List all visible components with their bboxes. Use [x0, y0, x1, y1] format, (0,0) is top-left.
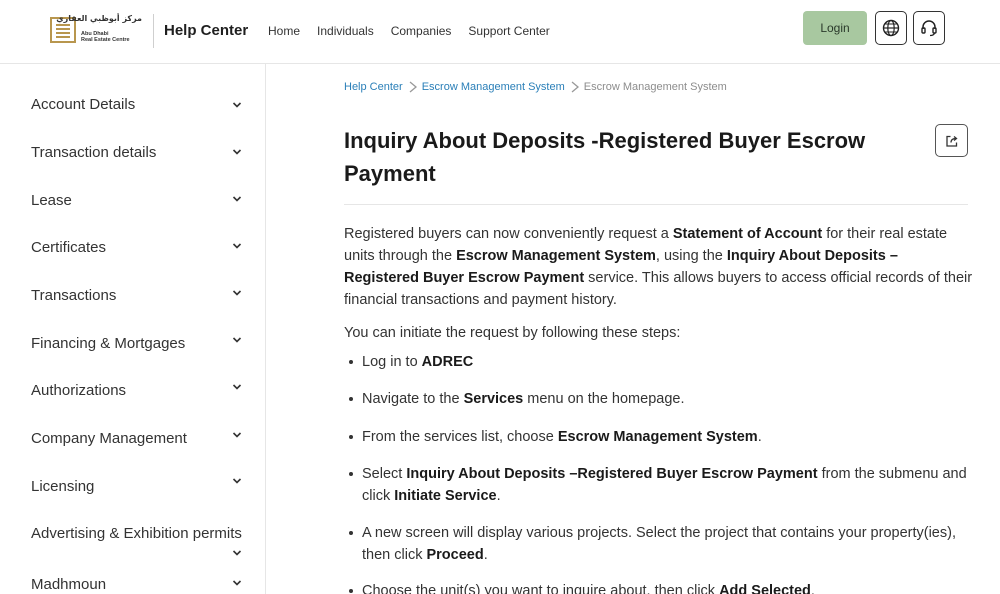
chevron-down-icon	[232, 384, 242, 390]
steps-lead: You can initiate the request by followin…	[344, 325, 681, 341]
logo-arabic-text: مركز أبوظبي العقاري	[56, 14, 142, 23]
breadcrumb-escrow-management-system[interactable]: Escrow Management System	[422, 81, 565, 93]
intro-bold: Statement of Account	[672, 226, 823, 242]
step-item: A new screen will display various projec…	[349, 522, 974, 566]
chevron-down-icon	[232, 550, 242, 556]
step-item: Log in to ADREC	[349, 351, 974, 373]
step-item: Choose the unit(s) you want to inquire a…	[349, 580, 974, 594]
chevron-down-icon	[232, 478, 242, 484]
title-divider	[344, 204, 968, 205]
step-bold: Add Selected	[719, 583, 811, 594]
step-item: Select Inquiry About Deposits –Registere…	[349, 463, 974, 507]
sidebar-item-label: Lease	[31, 192, 72, 209]
nav-individuals[interactable]: Individuals	[317, 24, 374, 38]
top-header: مركز أبوظبي العقاري Abu Dhabi Real Estat…	[0, 0, 1000, 64]
headset-icon	[921, 20, 937, 37]
sidebar-item-label: Transactions	[31, 287, 117, 304]
intro-text: Registered buyers can now conveniently r…	[344, 226, 673, 242]
adrec-logo[interactable]: مركز أبوظبي العقاري Abu Dhabi Real Estat…	[50, 14, 145, 46]
step-text: .	[483, 547, 488, 563]
chevron-down-icon	[232, 196, 242, 202]
chevron-right-icon	[409, 81, 417, 93]
step-text: Choose the unit(s) you want to inquire a…	[362, 583, 720, 594]
step-text: .	[757, 429, 762, 445]
share-button[interactable]	[935, 124, 968, 157]
step-text: Navigate to the	[362, 391, 464, 407]
help-center-title[interactable]: Help Center	[164, 22, 248, 39]
share-icon	[945, 135, 958, 147]
breadcrumb: Help Center Escrow Management System Esc…	[344, 80, 727, 94]
breadcrumb-current: Escrow Management System	[583, 81, 727, 93]
sidebar-item-label: Licensing	[31, 478, 95, 495]
step-text: .	[810, 583, 815, 594]
chevron-down-icon	[232, 243, 242, 249]
intro-text: , using the	[655, 248, 727, 264]
chevron-down-icon	[232, 149, 242, 155]
sidebar-item-label: Transaction details	[31, 144, 157, 161]
article-main: Help Center Escrow Management System Esc…	[266, 64, 1000, 594]
step-bold: ADREC	[421, 354, 474, 370]
main-nav: Home Individuals Companies Support Cente…	[268, 24, 567, 38]
step-bold: Escrow Management System	[557, 429, 758, 445]
step-text: Select	[362, 466, 407, 482]
sidebar-item-label: Financing & Mortgages	[31, 335, 186, 352]
logo-english-text: Abu Dhabi Real Estate Centre	[81, 31, 130, 43]
chevron-down-icon	[232, 432, 242, 438]
step-item: Navigate to the Services menu on the hom…	[349, 388, 974, 410]
step-bold: Services	[463, 391, 524, 407]
step-bold: Inquiry About Deposits –Registered Buyer…	[406, 466, 818, 482]
sidebar-item-label: Madhmoun	[31, 576, 107, 593]
language-button[interactable]	[875, 11, 907, 45]
step-text: Log in to	[362, 354, 422, 370]
sidebar-item-label: Certificates	[31, 239, 107, 256]
breadcrumb-help-center[interactable]: Help Center	[344, 81, 403, 93]
chevron-down-icon	[232, 580, 242, 586]
step-text: .	[496, 488, 501, 504]
sidebar-item-label: Account Details	[31, 96, 136, 113]
chevron-down-icon	[232, 337, 242, 343]
chevron-down-icon	[232, 102, 242, 108]
article-title: Inquiry About Deposits -Registered Buyer…	[344, 128, 866, 186]
support-button[interactable]	[913, 11, 945, 45]
step-bold: Initiate Service	[394, 488, 497, 504]
step-text: menu on the homepage.	[523, 391, 685, 407]
step-bold: Proceed	[426, 547, 484, 563]
category-sidebar: Account Details Transaction details Leas…	[0, 64, 266, 594]
step-item: From the services list, choose Escrow Ma…	[349, 426, 974, 448]
sidebar-item-label: Advertising & Exhibition permits	[31, 525, 242, 542]
nav-companies[interactable]: Companies	[391, 24, 452, 38]
step-text: From the services list, choose	[362, 429, 558, 445]
sidebar-item-label: Authorizations	[31, 382, 127, 399]
chevron-right-icon	[571, 81, 579, 93]
intro-bold: Escrow Management System	[456, 248, 656, 264]
nav-support-center[interactable]: Support Center	[468, 24, 549, 38]
globe-icon	[882, 19, 900, 37]
intro-paragraph: Registered buyers can now conveniently r…	[344, 223, 974, 311]
login-button[interactable]: Login	[803, 11, 867, 45]
nav-home[interactable]: Home	[268, 24, 300, 38]
logo-divider	[153, 14, 154, 48]
sidebar-item-label: Company Management	[31, 430, 187, 447]
chevron-down-icon	[232, 290, 242, 296]
